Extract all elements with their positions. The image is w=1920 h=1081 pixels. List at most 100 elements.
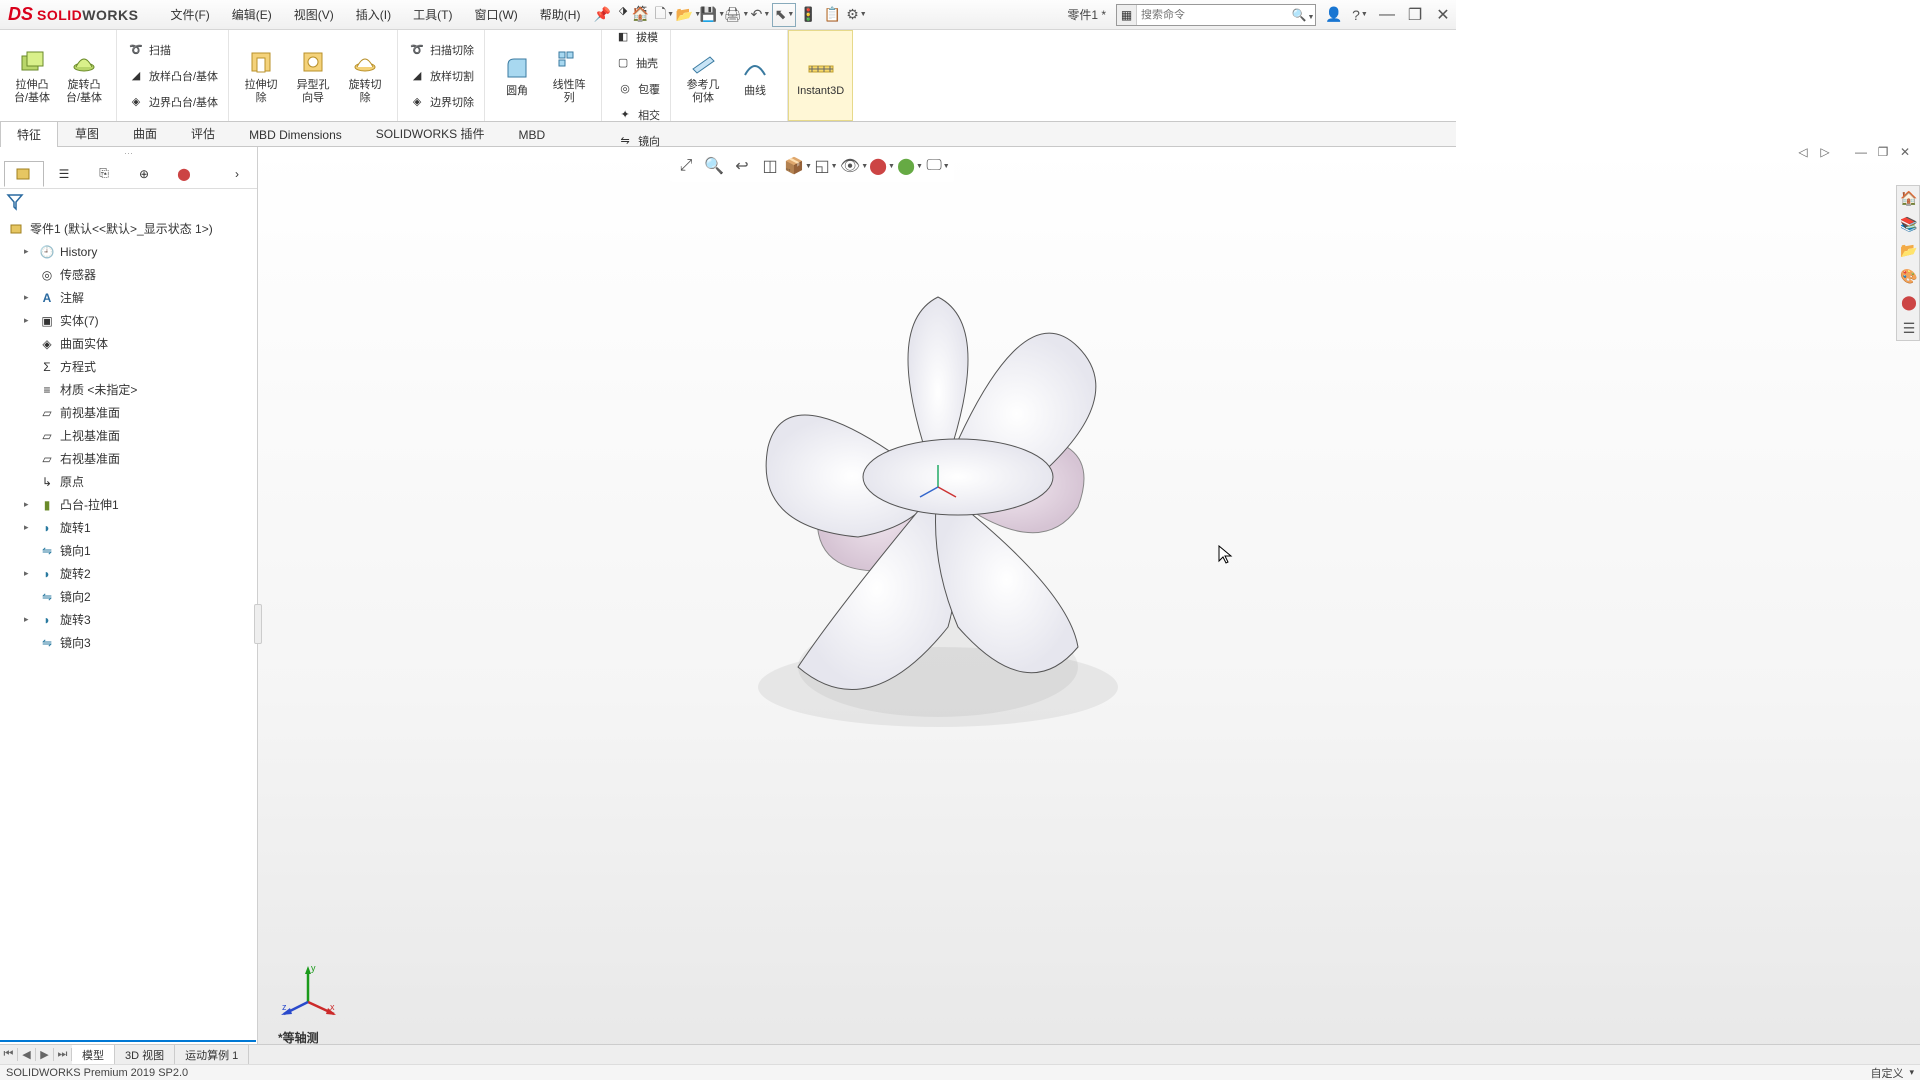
tree-top-plane[interactable]: ▱上视基准面 <box>0 424 257 447</box>
tree-extrude1[interactable]: ▸▮凸台-拉伸1 <box>0 493 257 516</box>
user-icon[interactable]: 👤 <box>1322 3 1346 27</box>
display-style-icon[interactable]: ◱▼ <box>812 152 840 180</box>
nav-first-icon[interactable]: ⏮ <box>0 1048 18 1061</box>
zoom-area-icon[interactable]: 🔍 <box>700 152 728 180</box>
revolve-cut-button[interactable]: 旋转切 除 <box>339 47 391 105</box>
btab-model[interactable]: 模型 <box>72 1045 115 1065</box>
intersect-button[interactable]: ✦相交 <box>612 102 664 128</box>
vp-minimize-icon[interactable]: — <box>1852 145 1870 159</box>
open-icon[interactable]: 📂▼ <box>676 3 700 27</box>
nav-prev-icon[interactable]: ◀ <box>18 1048 36 1061</box>
close-icon[interactable]: ✕ <box>1430 5 1456 25</box>
scene-icon[interactable]: ⬤▼ <box>896 152 924 180</box>
help-icon[interactable]: ? ▼ <box>1348 3 1372 27</box>
tab-mbd-dimensions[interactable]: MBD Dimensions <box>232 123 359 146</box>
tree-tab-more[interactable]: › <box>217 161 257 187</box>
tree-filter[interactable] <box>0 189 257 215</box>
tree-mirror1[interactable]: ⇋镜向1 <box>0 539 257 562</box>
task-library-icon[interactable]: 📚 <box>1897 212 1920 236</box>
extrude-boss-button[interactable]: 拉伸凸 台/基体 <box>6 47 58 105</box>
select-icon[interactable]: ⬉▼ <box>772 3 796 27</box>
tab-evaluate[interactable]: 评估 <box>174 120 232 146</box>
loft-cut-button[interactable]: ◢放样切割 <box>404 63 478 89</box>
prev-view-icon[interactable]: ↩ <box>728 152 756 180</box>
section-view-icon[interactable]: ◫ <box>756 152 784 180</box>
tree-mirror2[interactable]: ⇋镜向2 <box>0 585 257 608</box>
tree-origin[interactable]: ↳原点 <box>0 470 257 493</box>
tree-tab-appearance[interactable]: ⬤ <box>164 161 204 187</box>
tree-tab-dim[interactable]: ⊕ <box>124 161 164 187</box>
tree-front-plane[interactable]: ▱前视基准面 <box>0 401 257 424</box>
menu-view[interactable]: 视图(V) <box>284 2 344 27</box>
boundary-button[interactable]: ◈边界凸台/基体 <box>123 89 222 115</box>
panel-resize-grip[interactable] <box>254 604 262 644</box>
restore-icon[interactable]: ❐ <box>1402 5 1428 25</box>
view-triad[interactable]: y x z <box>278 962 338 1022</box>
vp-restore-icon[interactable]: ❐ <box>1874 145 1892 159</box>
menu-tools[interactable]: 工具(T) <box>403 2 462 27</box>
tree-tab-config[interactable]: ⎘ <box>84 161 124 187</box>
tree-root[interactable]: 零件1 (默认<<默认>_显示状态 1>) <box>0 217 257 240</box>
tree-revolve2[interactable]: ▸◗旋转2 <box>0 562 257 585</box>
vp-prev-icon[interactable]: ◁ <box>1794 145 1812 159</box>
tab-mbd[interactable]: MBD <box>501 123 562 146</box>
view-orient-icon[interactable]: 📦▼ <box>784 152 812 180</box>
sweep-cut-button[interactable]: ➰扫描切除 <box>404 37 478 63</box>
tree-revolve3[interactable]: ▸◗旋转3 <box>0 608 257 631</box>
appearance-icon[interactable]: ⬤▼ <box>868 152 896 180</box>
task-file-icon[interactable]: 📂 <box>1897 238 1920 262</box>
search-box[interactable]: ▦ 🔍▼ <box>1116 4 1316 26</box>
fillet-button[interactable]: 圆角 <box>491 47 543 105</box>
viewport-3d[interactable]: y x z *等轴测 <box>258 147 1920 1060</box>
minimize-icon[interactable]: — <box>1374 6 1400 24</box>
task-custom-icon[interactable]: ☰ <box>1897 316 1920 340</box>
hide-show-icon[interactable]: 👁▼ <box>840 152 868 180</box>
search-go-icon[interactable]: 🔍▼ <box>1291 8 1315 22</box>
view-settings-icon[interactable]: 🖵▼ <box>924 152 952 180</box>
instant3d-button[interactable]: Instant3D <box>788 30 853 121</box>
tree-mirror3[interactable]: ⇋镜向3 <box>0 631 257 654</box>
tab-surface[interactable]: 曲面 <box>116 120 174 146</box>
tree-history[interactable]: ▸🕘History <box>0 240 257 263</box>
tree-right-plane[interactable]: ▱右视基准面 <box>0 447 257 470</box>
extrude-cut-button[interactable]: 拉伸切 除 <box>235 47 287 105</box>
status-custom[interactable]: 自定义 <box>1870 1065 1903 1081</box>
task-home-icon[interactable]: 🏠 <box>1897 186 1920 210</box>
curves-button[interactable]: 曲线 <box>729 47 781 105</box>
draft-button[interactable]: ◧拔模 <box>610 24 662 50</box>
task-view-icon[interactable]: 🎨 <box>1897 264 1920 288</box>
sweep-button[interactable]: ➰扫描 <box>123 37 222 63</box>
tree-annotations[interactable]: ▸A注解 <box>0 286 257 309</box>
tab-sketch[interactable]: 草图 <box>58 120 116 146</box>
rebuild-icon[interactable]: 📋 <box>820 3 844 27</box>
menu-insert[interactable]: 插入(I) <box>346 2 401 27</box>
loft-button[interactable]: ◢放样凸台/基体 <box>123 63 222 89</box>
save-icon[interactable]: 💾▼ <box>700 3 724 27</box>
vp-next-icon[interactable]: ▷ <box>1816 145 1834 159</box>
revolve-boss-button[interactable]: 旋转凸 台/基体 <box>58 47 110 105</box>
tree-tab-feature[interactable] <box>4 161 44 187</box>
search-input[interactable] <box>1137 9 1291 21</box>
zoom-fit-icon[interactable]: ⤢ <box>672 152 700 180</box>
new-icon[interactable]: 🗋▼ <box>652 3 676 27</box>
tab-features[interactable]: 特征 <box>0 121 58 147</box>
wrap-button[interactable]: ◎包覆 <box>612 76 664 102</box>
home-icon[interactable]: 🏠 <box>628 3 652 27</box>
traffic-icon[interactable]: 🚦 <box>796 3 820 27</box>
hole-wizard-button[interactable]: 异型孔 向导 <box>287 47 339 105</box>
tree-revolve1[interactable]: ▸◗旋转1 <box>0 516 257 539</box>
btab-motion[interactable]: 运动算例 1 <box>175 1045 249 1065</box>
tree-equations[interactable]: Σ方程式 <box>0 355 257 378</box>
tree-sensors[interactable]: ◎传感器 <box>0 263 257 286</box>
ref-geometry-button[interactable]: 参考几 何体 <box>677 47 729 105</box>
pin-icon[interactable]: 📌 <box>590 3 614 27</box>
menu-file[interactable]: 文件(F) <box>160 2 219 27</box>
panel-grip-icon[interactable]: ⋯ <box>124 148 133 159</box>
tab-addins[interactable]: SOLIDWORKS 插件 <box>359 120 502 146</box>
undo-icon[interactable]: ↶▼ <box>748 3 772 27</box>
menu-edit[interactable]: 编辑(E) <box>222 2 282 27</box>
btab-3dview[interactable]: 3D 视图 <box>115 1045 175 1065</box>
nav-last-icon[interactable]: ⏭ <box>54 1048 72 1061</box>
print-icon[interactable]: 🖨▼ <box>724 3 748 27</box>
task-appearance-icon[interactable]: ⬤ <box>1897 290 1920 314</box>
